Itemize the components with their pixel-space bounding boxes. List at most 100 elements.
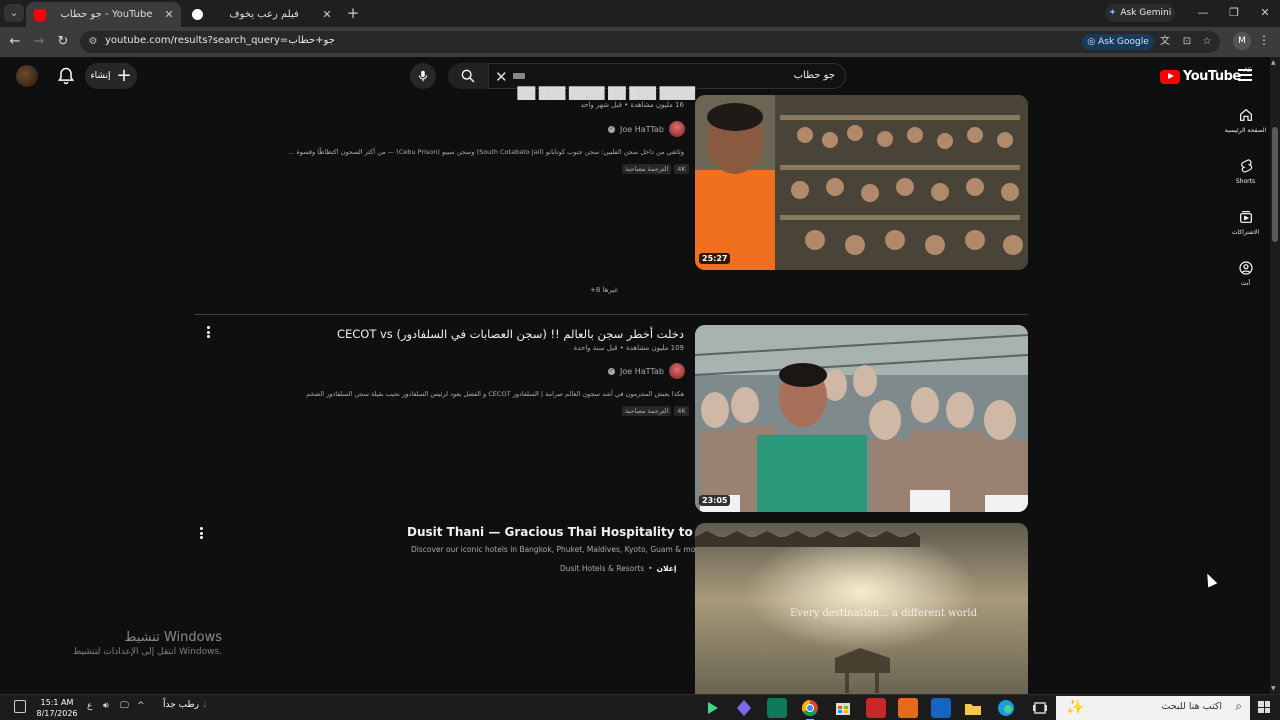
- badge-4k: 4K: [674, 406, 689, 416]
- taskbar-app-edge[interactable]: [996, 698, 1016, 718]
- forward-button[interactable]: →: [30, 33, 48, 51]
- you-icon: [1238, 261, 1253, 275]
- ad-menu-icon[interactable]: [196, 526, 206, 540]
- video-title-partial[interactable]: ████ ███ ██ ████ ███ ██: [518, 86, 695, 100]
- guide-item-home[interactable]: الصفحة الرئيسية: [1218, 95, 1273, 146]
- verified-icon: ✓: [608, 125, 615, 133]
- site-info-icon[interactable]: ⚙: [86, 35, 100, 49]
- taskbar-search-box[interactable]: ✨ اكتب هنا للبحث ⌕: [1056, 696, 1250, 720]
- taskbar-search-icon: ⌕: [1235, 699, 1242, 713]
- channel-link[interactable]: ✓ Joe HaTTab: [608, 363, 685, 379]
- taskbar-app-media[interactable]: [702, 698, 722, 718]
- guide-menu-icon[interactable]: [1238, 69, 1252, 81]
- activation-subtitle: انتقل إلى الإعدادات لتنشيط Windows.: [73, 647, 222, 657]
- screen: ⌄ جو حطاب - YouTube ✕ فيلم رعب يخوف ✕ + …: [0, 0, 1280, 720]
- chatgpt-icon: [192, 9, 203, 20]
- logo-text: YouTube: [1183, 69, 1241, 84]
- windows-start-button[interactable]: [1258, 701, 1270, 713]
- guide-label: الاشتراكات: [1231, 229, 1260, 236]
- guide-label: الصفحة الرئيسية: [1224, 127, 1267, 134]
- tab-chatgpt[interactable]: فيلم رعب يخوف ✕: [184, 2, 339, 27]
- page-scrollbar[interactable]: ▲ ▼: [1270, 57, 1280, 694]
- taskbar-app-wps[interactable]: [866, 698, 886, 718]
- tab-youtube[interactable]: جو حطاب - YouTube ✕: [26, 2, 181, 27]
- guide-label: Shorts: [1235, 178, 1256, 185]
- search-button[interactable]: [448, 63, 488, 89]
- video-description: وثائقي من داخل سجن الفلبين: سجن جنوب كوت…: [288, 148, 684, 156]
- taskbar-app-store[interactable]: [833, 698, 853, 718]
- advertiser-name[interactable]: Dusit Hotels & Resorts: [560, 564, 644, 573]
- weather-widget[interactable]: رطب جداً 💧︎: [163, 700, 207, 710]
- more-results-link[interactable]: +8 غيرها: [590, 286, 618, 294]
- channel-avatar[interactable]: [668, 363, 685, 379]
- show-hidden-icons-icon[interactable]: ^: [137, 701, 145, 711]
- copilot-icon: [737, 700, 751, 716]
- taskbar-app-copilot[interactable]: [734, 698, 754, 718]
- volume-icon[interactable]: 🔊︎: [103, 701, 109, 711]
- ad-video-thumbnail[interactable]: Every destination... a different world: [695, 523, 1028, 694]
- guide-item-shorts[interactable]: Shorts: [1218, 146, 1273, 197]
- chrome-icon: [801, 699, 818, 717]
- ask-google-button[interactable]: ◎ Ask Google: [1082, 34, 1154, 50]
- video-menu-icon[interactable]: [203, 325, 213, 339]
- input-language[interactable]: ع: [87, 701, 92, 711]
- restore-button[interactable]: ❐: [1223, 4, 1245, 22]
- search-highlight-icon: ✨: [1066, 698, 1085, 716]
- notification-center-icon[interactable]: [14, 700, 26, 713]
- tab-search-button[interactable]: ⌄: [4, 4, 24, 22]
- microphone-icon: [418, 70, 428, 82]
- browser-menu-icon[interactable]: ⋮: [1258, 33, 1270, 47]
- clear-search-icon[interactable]: ✕: [495, 68, 508, 86]
- taskbar-clock[interactable]: 15:1 AM 8/17/2026: [36, 697, 78, 719]
- video-title[interactable]: دخلت أخطر سجن بالعالم !! (سجن العصابات ف…: [337, 327, 684, 341]
- network-icon[interactable]: 🖵︎: [120, 701, 129, 711]
- close-tab-icon[interactable]: ✕: [319, 8, 335, 21]
- store-icon: [836, 703, 850, 715]
- taskbar-app-g[interactable]: [898, 698, 918, 718]
- notifications-bell-icon[interactable]: [56, 66, 76, 86]
- gemini-icon: ✦: [1108, 8, 1117, 18]
- ask-gemini-button[interactable]: ✦ Ask Gemini: [1105, 4, 1175, 22]
- search-icon: [461, 69, 475, 83]
- scroll-up-icon[interactable]: ▲: [1271, 59, 1276, 66]
- close-tab-icon[interactable]: ✕: [161, 8, 177, 21]
- mini-guide: الصفحة الرئيسية Shorts الاشتراكات أنت: [1218, 95, 1273, 299]
- subscriptions-icon: [1239, 211, 1252, 223]
- close-window-button[interactable]: ✕: [1254, 4, 1276, 22]
- video-meta: 109 مليون مشاهدة • قبل سنة واحدة: [573, 344, 684, 352]
- back-button[interactable]: ←: [6, 33, 24, 51]
- voice-search-button[interactable]: [410, 63, 436, 89]
- guide-label: أنت: [1240, 280, 1251, 287]
- new-tab-button[interactable]: +: [344, 4, 362, 22]
- task-view-button[interactable]: [1030, 698, 1050, 718]
- youtube-play-icon: [1160, 69, 1180, 84]
- scrollbar-thumb[interactable]: [1272, 127, 1278, 242]
- video-meta: 16 مليون مشاهدة • قبل شهر واحد: [580, 101, 684, 109]
- address-bar[interactable]: ⚙ youtube.com/results?search_query=جو+حط…: [80, 31, 1220, 53]
- play-store-icon: [708, 702, 718, 714]
- taskbar-app-chrome[interactable]: [800, 698, 820, 720]
- profile-avatar[interactable]: M: [1233, 32, 1251, 50]
- video-thumbnail[interactable]: 25:27: [695, 95, 1028, 270]
- reload-button[interactable]: ↻: [54, 33, 72, 51]
- taskbar-app-whatsapp[interactable]: [767, 698, 787, 718]
- taskbar-app-explorer[interactable]: [963, 698, 983, 718]
- keyboard-icon[interactable]: [513, 73, 525, 79]
- guide-item-you[interactable]: أنت: [1218, 248, 1273, 299]
- channel-link[interactable]: ✓ Joe HaTTab: [608, 121, 685, 137]
- channel-avatar[interactable]: [668, 121, 685, 137]
- ask-google-label: Ask Google: [1098, 37, 1149, 47]
- account-avatar[interactable]: [16, 65, 38, 87]
- bookmark-star-icon[interactable]: ☆: [1199, 34, 1215, 50]
- install-app-icon[interactable]: ⊡: [1179, 34, 1195, 50]
- url-text: youtube.com/results?search_query=جو+حطاب: [105, 35, 335, 46]
- activation-title: تنشيط Windows: [124, 630, 222, 645]
- video-thumbnail[interactable]: 23:05: [695, 325, 1028, 512]
- create-button[interactable]: إنشاء +: [85, 63, 137, 89]
- translate-icon[interactable]: 文: [1157, 34, 1173, 50]
- scroll-down-icon[interactable]: ▼: [1271, 685, 1276, 692]
- video-description: هكذا يعيش المجرمون في أشد سجون العالم صر…: [306, 390, 684, 398]
- minimize-button[interactable]: —: [1192, 4, 1214, 22]
- taskbar-app-mail[interactable]: [931, 698, 951, 718]
- guide-item-subscriptions[interactable]: الاشتراكات: [1218, 197, 1273, 248]
